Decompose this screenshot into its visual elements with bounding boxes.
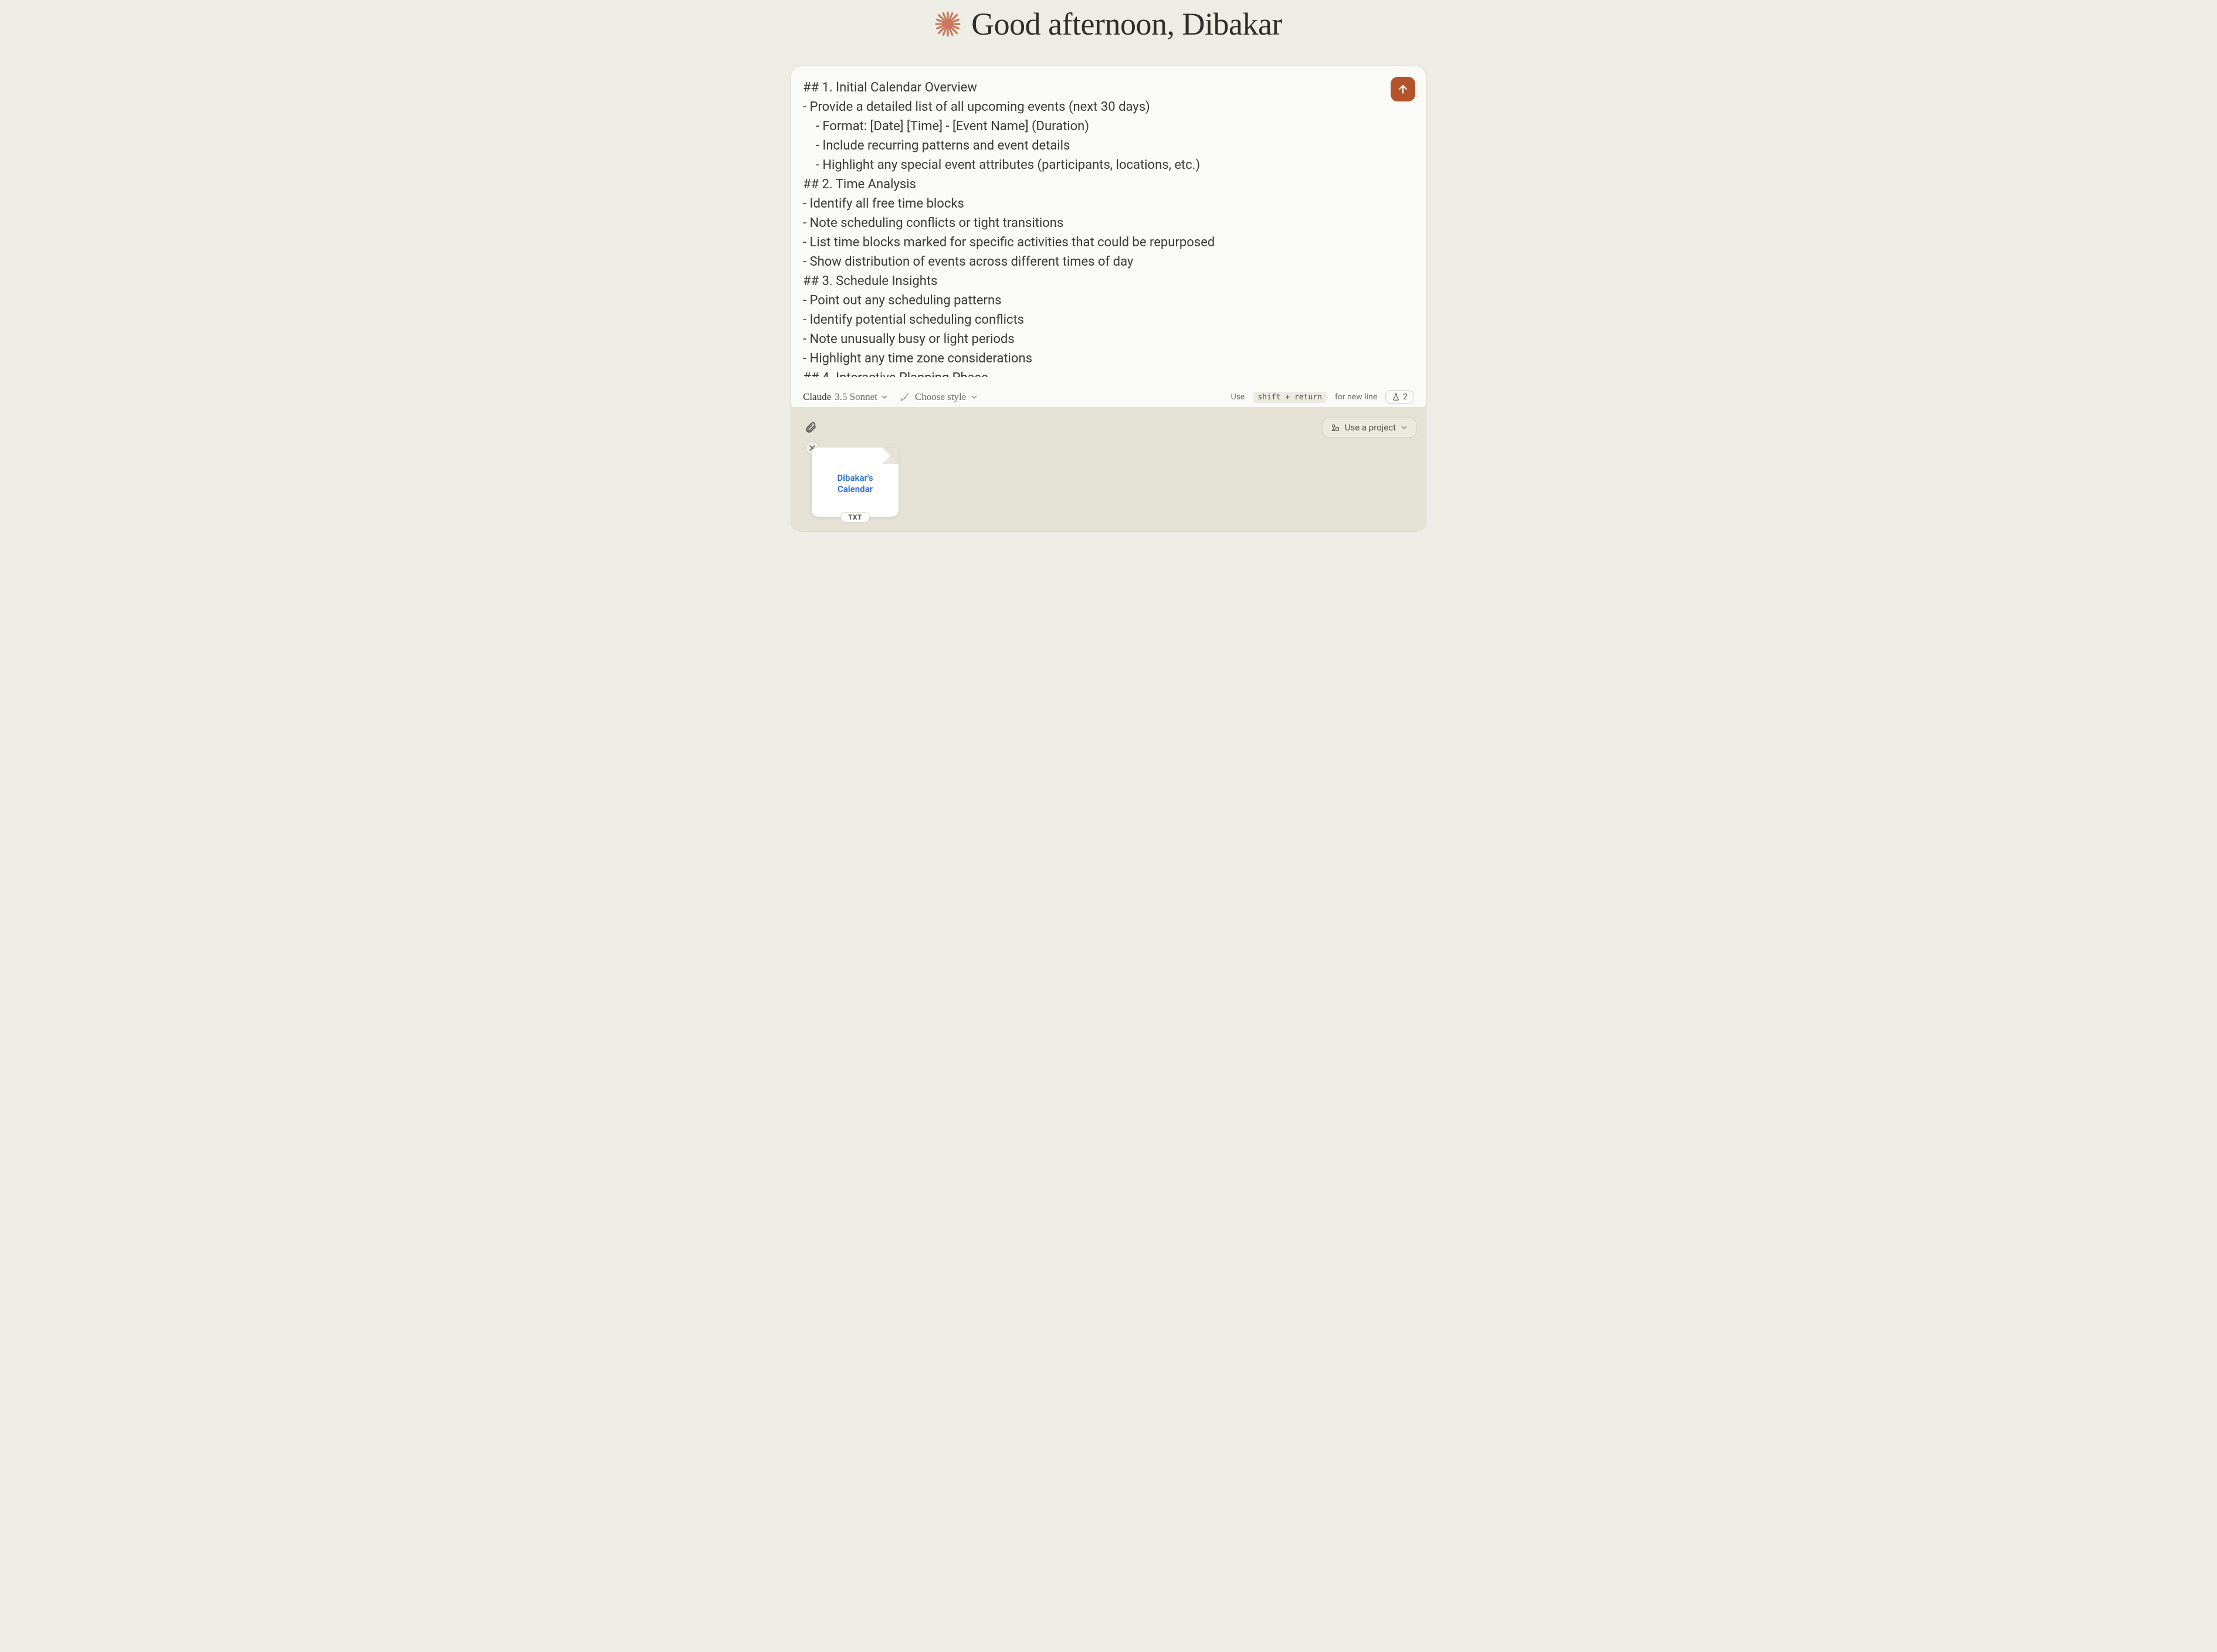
use-project-label: Use a project	[1345, 422, 1396, 433]
composer: ## 1. Initial Calendar Overview - Provid…	[791, 66, 1426, 413]
send-button[interactable]	[1391, 77, 1415, 101]
hint-prefix: Use	[1231, 392, 1245, 402]
chevron-down-icon	[881, 394, 888, 401]
prompt-input[interactable]: ## 1. Initial Calendar Overview - Provid…	[803, 78, 1391, 377]
page-fold-icon	[882, 447, 899, 464]
prompt-input-wrap[interactable]: ## 1. Initial Calendar Overview - Provid…	[803, 78, 1391, 377]
attachments-panel: Use a project Dibakar's Calendar TXT	[791, 407, 1426, 532]
experiments-button[interactable]: 2	[1385, 390, 1414, 404]
model-name: Claude	[803, 391, 831, 403]
paperclip-icon[interactable]	[804, 421, 817, 434]
chevron-down-icon	[971, 394, 978, 401]
attachment-chip[interactable]: Dibakar's Calendar TXT	[811, 447, 899, 517]
greeting-text: Good afternoon, Dibakar	[971, 6, 1282, 42]
style-selector[interactable]: Choose style	[900, 391, 978, 403]
model-selector[interactable]: Claude 3.5 Sonnet	[803, 391, 888, 403]
quill-icon	[900, 392, 910, 402]
chevron-down-icon	[1401, 424, 1408, 431]
greeting-row: Good afternoon, Dibakar	[739, 6, 1478, 42]
model-version: 3.5 Sonnet	[835, 391, 877, 403]
attachment-ext: TXT	[840, 512, 870, 523]
hint-keys: shift + return	[1253, 392, 1327, 403]
flask-icon	[1392, 393, 1400, 401]
shapes-icon	[1331, 423, 1340, 432]
experiment-count: 2	[1403, 392, 1408, 402]
hint-suffix: for new line	[1335, 392, 1377, 402]
use-project-button[interactable]: Use a project	[1322, 418, 1416, 437]
attachment-title: Dibakar's Calendar	[831, 473, 879, 496]
style-label: Choose style	[915, 391, 966, 403]
starburst-icon	[935, 11, 961, 37]
arrow-up-icon	[1397, 83, 1409, 95]
